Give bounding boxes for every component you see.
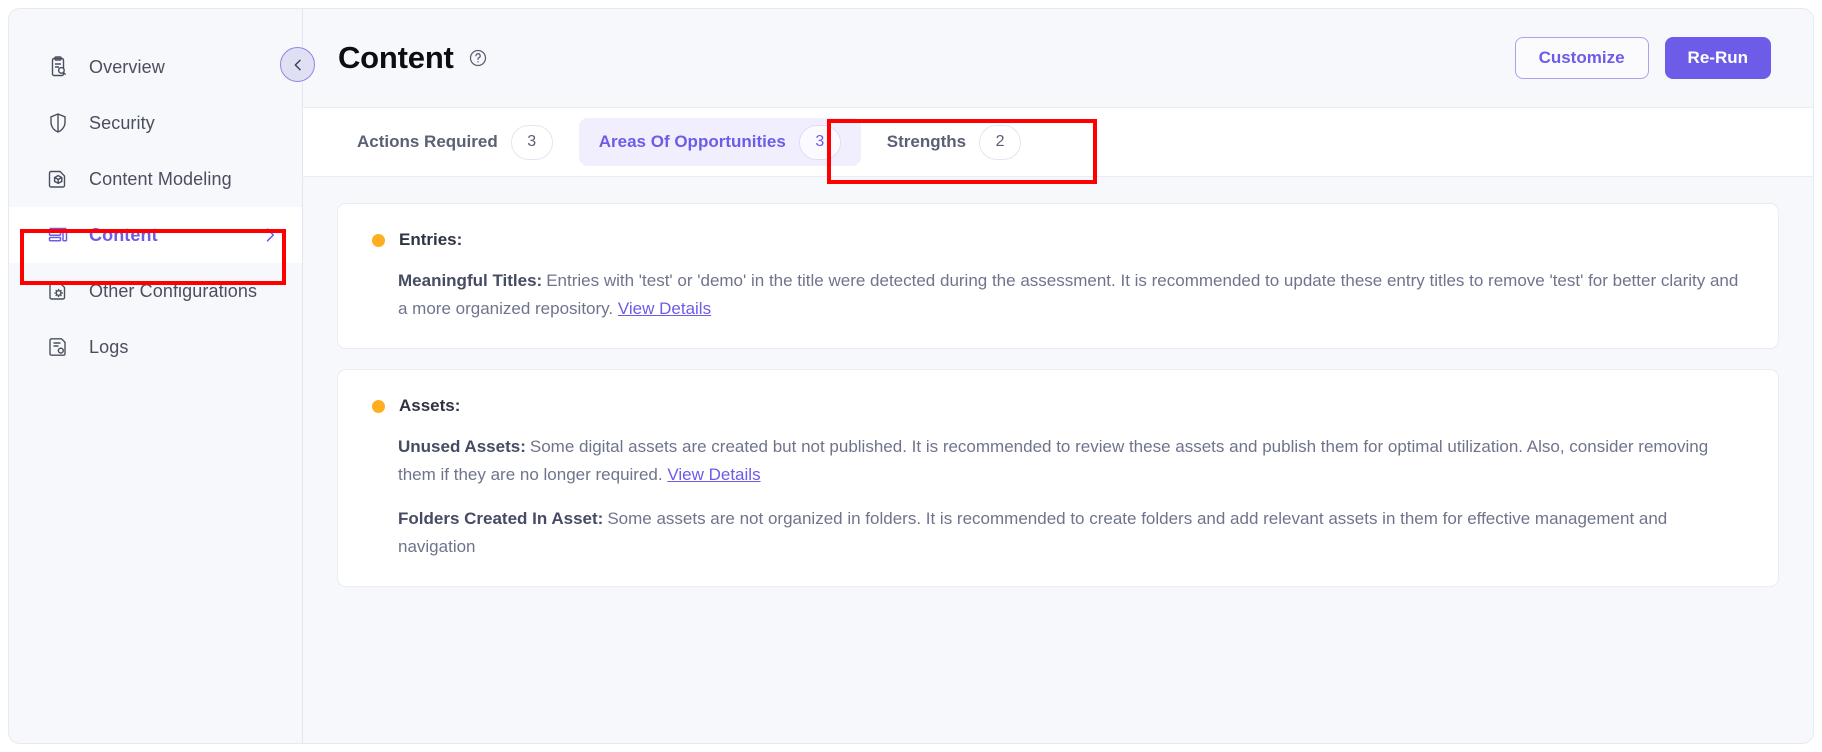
sidebar-item-label: Content xyxy=(89,224,158,245)
list-item: Meaningful Titles: Entries with 'test' or… xyxy=(372,267,1744,322)
sidebar: Overview Security Content Modeling Conte… xyxy=(8,8,303,744)
re-run-button[interactable]: Re-Run xyxy=(1664,37,1771,79)
sidebar-collapse-button[interactable] xyxy=(280,47,315,82)
list-item: Unused Assets: Some digital assets are cr… xyxy=(372,433,1744,488)
tab-label: Areas Of Opportunities xyxy=(598,132,786,151)
tab-actions-required[interactable]: Actions Required 3 xyxy=(337,118,573,166)
card-assets: Assets: Unused Assets: Some digital asset… xyxy=(337,369,1779,588)
card-heading: Entries: xyxy=(399,230,463,249)
view-details-link[interactable]: View Details xyxy=(667,465,760,484)
card-entries: Entries: Meaningful Titles: Entries with … xyxy=(337,203,1779,350)
header-actions: Customize Re-Run xyxy=(1514,37,1771,79)
sidebar-item-label: Content Modeling xyxy=(89,168,232,189)
list-item: Folders Created In Asset: Some assets are… xyxy=(372,505,1744,560)
tab-strengths[interactable]: Strengths 2 xyxy=(867,118,1041,166)
sidebar-item-other-configurations[interactable]: Other Configurations xyxy=(9,263,302,319)
main-panel: Content Customize Re-Run Actions Require… xyxy=(280,8,1814,744)
sidebar-item-content-modeling[interactable]: Content Modeling xyxy=(9,151,302,207)
chevron-left-icon xyxy=(290,57,306,73)
sidebar-item-content[interactable]: Content xyxy=(9,207,302,263)
tab-label: Actions Required xyxy=(357,132,498,151)
sidebar-item-security[interactable]: Security xyxy=(9,95,302,151)
content-list-icon xyxy=(45,222,71,248)
document-log-icon xyxy=(45,334,71,360)
clipboard-search-icon xyxy=(45,54,71,80)
page-title: Content xyxy=(338,40,454,75)
sidebar-item-label: Logs xyxy=(89,336,129,357)
sidebar-item-logs[interactable]: Logs xyxy=(9,319,302,375)
tab-count-badge: 3 xyxy=(798,124,841,160)
status-dot-icon xyxy=(372,233,385,247)
content-area: Entries: Meaningful Titles: Entries with … xyxy=(303,177,1813,743)
app-root: Overview Security Content Modeling Conte… xyxy=(0,0,1822,752)
item-label: Meaningful Titles: xyxy=(398,271,543,290)
tab-label: Strengths xyxy=(886,132,967,151)
sidebar-item-label: Overview xyxy=(89,56,165,77)
tab-count-badge: 2 xyxy=(979,124,1022,160)
card-heading: Assets: xyxy=(399,396,461,416)
sidebar-item-overview[interactable]: Overview xyxy=(9,39,302,95)
document-cube-icon xyxy=(45,166,71,192)
tab-count-badge: 3 xyxy=(510,124,553,160)
customize-button[interactable]: Customize xyxy=(1514,37,1649,79)
page-header: Content Customize Re-Run xyxy=(280,9,1813,107)
item-label: Folders Created In Asset: xyxy=(398,508,604,528)
chevron-right-icon xyxy=(260,225,280,245)
question-circle-icon[interactable] xyxy=(468,48,488,68)
card-header: Entries: xyxy=(372,230,1744,250)
sidebar-item-label: Other Configurations xyxy=(89,280,258,301)
document-gear-icon xyxy=(45,278,71,304)
shield-icon xyxy=(45,110,71,136)
tab-areas-of-opportunities[interactable]: Areas Of Opportunities 3 xyxy=(578,118,861,166)
tab-bar: Actions Required 3 Areas Of Opportunitie… xyxy=(303,107,1813,177)
view-details-link[interactable]: View Details xyxy=(618,299,711,318)
item-text: Entries with 'test' or 'demo' in the tit… xyxy=(398,271,1739,318)
item-text: Some digital assets are created but not … xyxy=(398,437,1709,485)
item-label: Unused Assets: xyxy=(398,437,526,457)
card-header: Assets: xyxy=(372,396,1744,416)
sidebar-item-label: Security xyxy=(89,112,155,133)
status-dot-icon xyxy=(372,399,385,413)
